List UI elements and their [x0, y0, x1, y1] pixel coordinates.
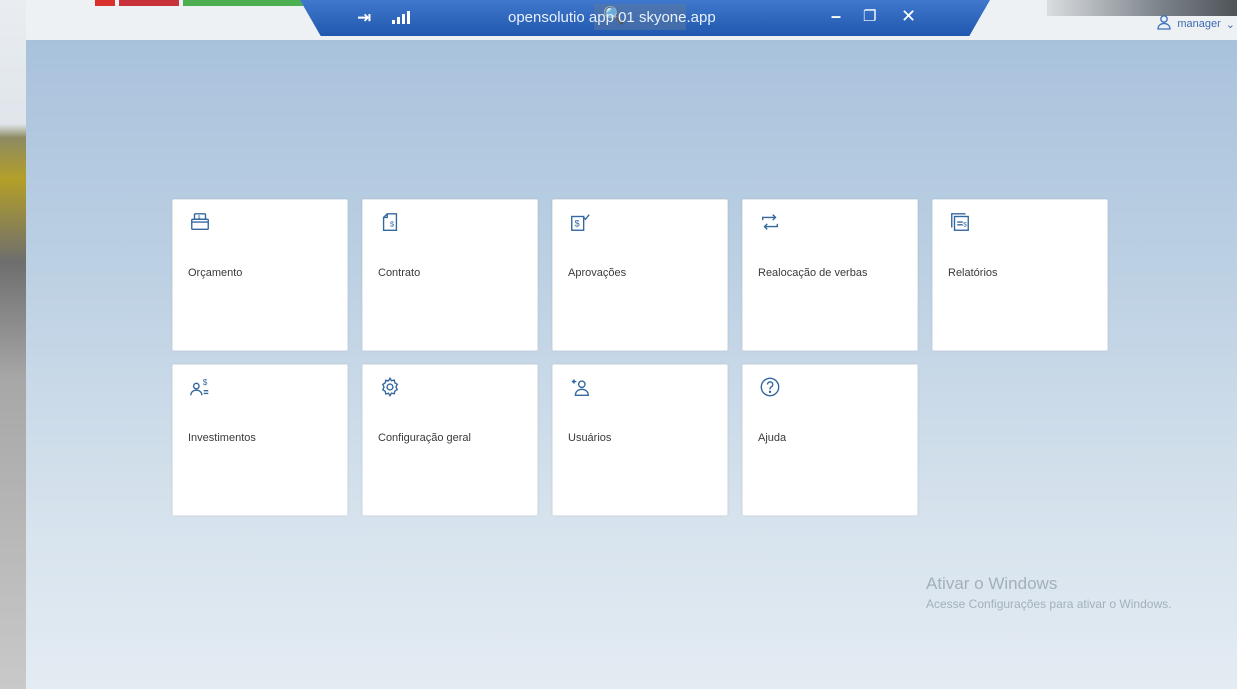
- user-menu[interactable]: manager ⌄: [1156, 14, 1235, 34]
- tile-label: Investimentos: [188, 432, 256, 444]
- tile-label: Usuários: [568, 432, 612, 444]
- tile-label: Relatórios: [948, 267, 998, 279]
- svg-text:$: $: [963, 222, 967, 229]
- user-settings-icon: [568, 375, 592, 399]
- background-desktop-strip: [0, 0, 26, 689]
- svg-text:$: $: [203, 378, 208, 387]
- reports-icon: $: [948, 210, 972, 234]
- tile-label: Aprovações: [568, 267, 627, 279]
- tile-label: Contrato: [378, 267, 421, 279]
- windows-activation-watermark: Ativar o Windows Acesse Configurações pa…: [926, 574, 1216, 613]
- pin-icon[interactable]: ⇥: [357, 8, 371, 28]
- gear-icon: [378, 375, 402, 399]
- signal-bars-icon[interactable]: [392, 10, 410, 24]
- tile-realocacao-de-verbas[interactable]: Realocação de verbas: [742, 199, 918, 351]
- approval-check-icon: $: [568, 210, 592, 234]
- remote-desktop-bar: ⇥ 🔍 opensolutio app 01 skyone.app – ❐ ✕: [300, 0, 990, 36]
- budget-wallet-icon: $: [188, 210, 212, 234]
- reallocate-arrows-icon: [758, 210, 782, 234]
- user-icon: [1156, 14, 1172, 34]
- investments-user-icon: $: [188, 375, 212, 399]
- tile-usuarios[interactable]: Usuários: [552, 364, 728, 516]
- tile-ajuda[interactable]: Ajuda: [742, 364, 918, 516]
- watermark-subtitle: Acesse Configurações para ativar o Windo…: [926, 597, 1172, 611]
- tile-relatorios[interactable]: $ Relatórios: [932, 199, 1108, 351]
- tile-investimentos[interactable]: $ Investimentos: [172, 364, 348, 516]
- tile-contrato[interactable]: $ Contrato: [362, 199, 538, 351]
- tile-label: Orçamento: [188, 267, 243, 279]
- chevron-down-icon: ⌄: [1225, 18, 1235, 31]
- app-tile-grid: $ Orçamento $ Contrato $ Aprovações Real…: [172, 199, 1108, 516]
- tile-configuracao-geral[interactable]: Configuração geral: [362, 364, 538, 516]
- minimize-icon[interactable]: –: [831, 6, 841, 27]
- remote-host-name: opensolutio app 01 skyone.app: [508, 9, 716, 26]
- help-icon: [758, 375, 782, 399]
- tile-label: Ajuda: [758, 432, 787, 444]
- watermark-title: Ativar o Windows: [926, 574, 1058, 593]
- tile-orcamento[interactable]: $ Orçamento: [172, 199, 348, 351]
- tile-aprovacoes[interactable]: $ Aprovações: [552, 199, 728, 351]
- tile-label: Configuração geral: [378, 432, 471, 444]
- contract-document-icon: $: [378, 210, 402, 234]
- username: manager: [1177, 18, 1221, 30]
- restore-icon[interactable]: ❐: [863, 7, 876, 25]
- svg-text:$: $: [390, 220, 394, 229]
- close-icon[interactable]: ✕: [901, 6, 916, 27]
- svg-text:$: $: [575, 219, 580, 229]
- tile-label: Realocação de verbas: [758, 267, 868, 279]
